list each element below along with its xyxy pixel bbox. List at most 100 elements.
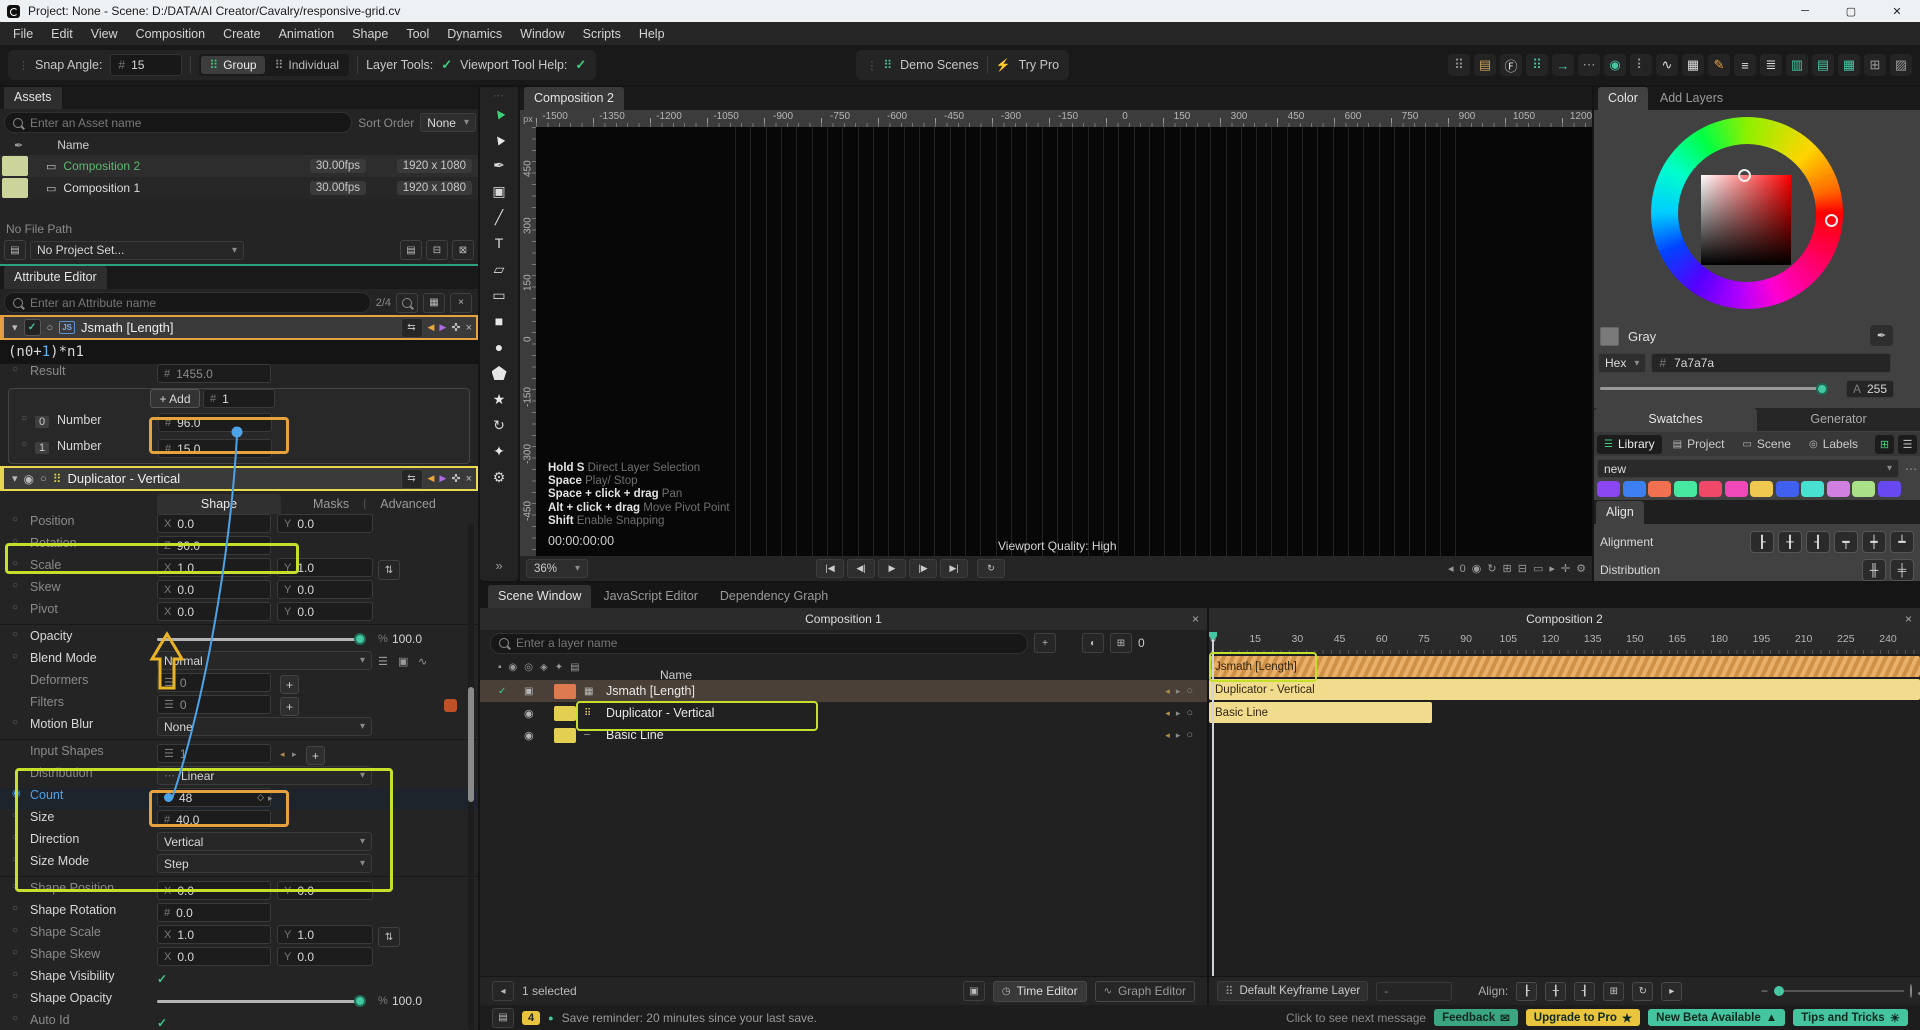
keyframe-dot-icon[interactable]: ○ [12,810,18,821]
keyframe-dot-icon[interactable]: ○ [12,991,18,1002]
add-input-shape-button[interactable]: + [306,746,325,765]
hue-indicator[interactable] [1825,214,1838,227]
layer-color-swatch[interactable] [554,727,576,743]
playhead[interactable] [1212,632,1214,976]
console-icon[interactable]: ▤ [492,1007,514,1028]
add-layer-button[interactable]: + [1034,633,1056,653]
menu-view[interactable]: View [82,27,127,41]
shape-scale-y-field[interactable]: Y 1.0 [277,925,373,944]
asset-name[interactable]: Composition 1 [63,181,140,195]
timeline-bar-jsmath[interactable]: Jsmath [Length] [1209,656,1920,677]
tab-composition-2[interactable]: Composition 2 [524,87,624,110]
menu-create[interactable]: Create [214,27,270,41]
sort-order-dropdown[interactable]: None ▾ [420,113,476,132]
options-icon[interactable]: ▸ [1661,981,1683,1001]
library-button[interactable]: ☰ Library [1597,434,1662,454]
slider-knob[interactable] [354,633,366,645]
tab-color[interactable]: Color [1598,87,1648,110]
pivot-x-field[interactable]: X 0.0 [157,602,271,621]
scrollbar-thumb[interactable] [468,687,474,802]
keyframe-dot-icon[interactable]: ○ [12,717,18,728]
asset-row-composition-1[interactable]: ▭ Composition 1 30.00fps 1920 x 1080 [0,177,478,199]
go-to-end-button[interactable]: ▶| [940,559,968,578]
link-icon[interactable]: ⇅ [378,927,400,947]
tab-swatches[interactable]: Swatches [1594,408,1757,431]
align-left-icon[interactable]: ┠ [1516,981,1538,1001]
position-x-field[interactable]: X 0.0 [157,514,271,533]
menu-scripts[interactable]: Scripts [574,27,630,41]
folder-icon[interactable]: ▤ [400,240,422,260]
next-icon[interactable]: ▶ [439,473,446,484]
keyframe-layer-dropdown[interactable]: ⠿ Default Keyframe Layer [1217,981,1369,1001]
demo-scenes-button[interactable]: Demo Scenes [900,58,979,72]
tab-generator[interactable]: Generator [1757,408,1920,431]
timeline-ruler[interactable]: 0153045607590105120135150165180195210225… [1209,630,1920,654]
labels-button[interactable]: ◎ Labels [1802,435,1865,454]
menu-composition[interactable]: Composition [127,27,214,41]
keyframe-dot-icon[interactable]: ○ [12,903,18,914]
selection-icon[interactable]: ◂ [492,981,514,1001]
distribution-dropdown[interactable]: ⋯ Linear ▾ [157,766,372,785]
expand-tools-icon[interactable]: » [495,558,502,573]
list-view-icon[interactable]: ☰ [1898,434,1917,454]
keyframe-circle-icon[interactable]: ○ [47,322,54,334]
out-icon[interactable]: ▸ [1176,686,1181,697]
in-icon[interactable]: ◂ [1165,686,1170,697]
keyframe-dot-icon[interactable]: ◉ [12,788,21,799]
graph-editor-button[interactable]: ∿ Graph Editor [1094,980,1195,1002]
tab-attribute-editor[interactable]: Attribute Editor [4,266,107,289]
filter-icon[interactable]: ▦ [423,292,445,313]
size-mode-dropdown[interactable]: Step ▾ [157,854,372,873]
number-1-field[interactable]: #15.0 [158,439,272,458]
solo-filter-icon[interactable]: ◐ [1082,633,1104,653]
grid-filter-icon[interactable]: ⊞ [1110,633,1132,653]
keyframe-value-field[interactable]: - [1376,981,1453,1001]
asset-color-swatch[interactable] [2,178,28,198]
expand-icon[interactable]: ▸ [268,793,273,804]
upgrade-button[interactable]: Upgrade to Pro ★ [1525,1009,1641,1026]
tab-scene-window[interactable]: Scene Window [488,585,592,608]
tab-assets[interactable]: Assets [4,87,62,109]
skew-y-field[interactable]: Y 0.0 [277,580,373,599]
close-button[interactable]: ✕ [1874,0,1920,22]
jsmath-header[interactable]: ▾ ✓ ○ JS Jsmath [Length] ⇆ ◀ ▶ ✜ × [0,315,478,340]
menu-file[interactable]: File [4,27,42,41]
scale-y-field[interactable]: Y 1.0 [277,558,373,577]
grid-view-icon[interactable]: ⊞ [1875,434,1894,454]
keyframe-circle-icon[interactable]: ○ [1186,707,1193,719]
prev-shape-icon[interactable]: ◂ [280,749,285,760]
shape-opacity-value[interactable]: 100.0 [392,994,422,1008]
layer-color-swatch[interactable] [554,705,576,721]
link-icon[interactable]: ⇅ [378,560,400,580]
keyframe-dot-icon[interactable]: ○ [21,439,27,450]
tab-shape[interactable]: Shape [157,494,281,514]
keyframe-dot-icon[interactable]: ○ [12,832,18,843]
trash-icon[interactable]: ⊠ [452,240,474,260]
eye-icon[interactable]: ◉ [24,472,34,486]
keyframe-circle-icon[interactable]: ○ [1186,685,1193,697]
viewport-tools[interactable]: ▲ ▲ ✒ ▣ ╱ T ▱ ▭ ■ ● ★ ↻ ✦ ⚙ [489,102,510,484]
keyframe-circle-icon[interactable]: ○ [1186,729,1193,741]
opacity-slider[interactable] [157,633,366,645]
blend-mode-dropdown[interactable]: Normal ▾ [157,651,372,670]
project-button[interactable]: ▤ Project [1666,435,1732,454]
keyframe-dot-icon[interactable]: ○ [12,364,18,375]
menu-edit[interactable]: Edit [42,27,82,41]
keyframe-dot-icon[interactable]: ○ [12,881,18,892]
keyframe-dot-icon[interactable]: ○ [12,925,18,936]
search-settings-icon[interactable] [396,292,418,313]
menu-dynamics[interactable]: Dynamics [438,27,511,41]
duplicator-title[interactable]: Duplicator - Vertical [67,471,180,486]
layer-row-duplicator[interactable]: ◉ ⠿ Duplicator - Vertical ◂ ▸ ○ [480,702,1207,724]
menu-tool[interactable]: Tool [397,27,438,41]
snap-icon[interactable]: ⊞ [1603,981,1625,1001]
align-center-icon[interactable]: ╂ [1545,981,1567,1001]
filter-badge-icon[interactable] [444,699,457,712]
keyframe-dot-icon[interactable]: ○ [12,580,18,591]
play-button[interactable]: ▶ [878,559,906,578]
asset-color-swatch[interactable] [2,156,28,176]
tab-dependency-graph[interactable]: Dependency Graph [710,585,838,608]
shape-opacity-slider[interactable] [157,995,366,1007]
keyframe-dot-icon[interactable]: ○ [12,536,18,547]
visibility-checkbox[interactable]: ✓ [157,972,167,986]
